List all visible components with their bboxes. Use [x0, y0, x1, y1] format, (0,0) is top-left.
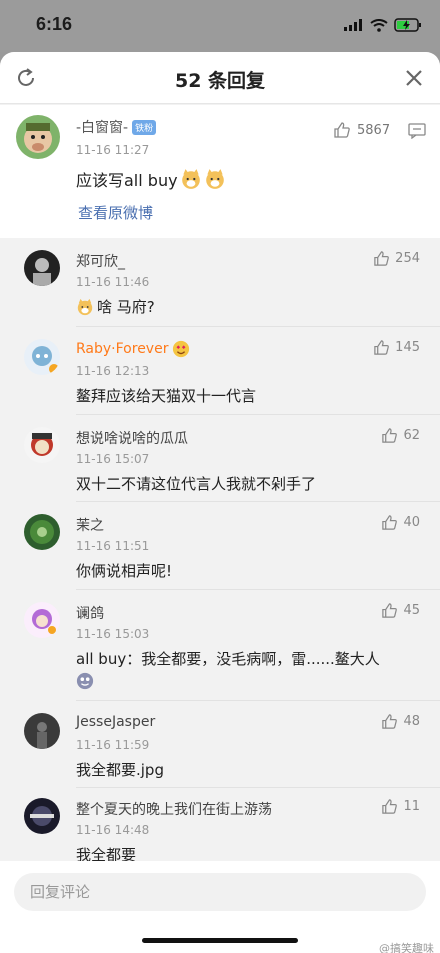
- list-item: 谰鸽 11-16 15:03 all buy：我全都要，没毛病啊，雷......…: [0, 590, 440, 701]
- reply-author[interactable]: Raby·Forever: [76, 340, 190, 358]
- status-time: 6:16: [36, 14, 73, 34]
- thumbs-up-icon: [334, 122, 350, 138]
- doge-emoji-icon: [77, 298, 93, 315]
- list-item: 整个夏天的晚上我们在街上游荡 11-16 14:48 我全都要 11: [0, 788, 440, 864]
- thumbs-up-icon: [374, 251, 390, 266]
- author-name[interactable]: -白窗窗-: [76, 117, 128, 137]
- close-icon[interactable]: [402, 66, 426, 90]
- status-bar: 6:16: [0, 0, 440, 52]
- like-button[interactable]: 62: [381, 427, 420, 444]
- thumbs-up-icon: [382, 428, 398, 443]
- avatar[interactable]: [24, 798, 60, 834]
- list-item: 茉之 11-16 11:51 你俩说相声呢! 40: [0, 502, 440, 590]
- avatar[interactable]: [24, 427, 60, 463]
- list-item: Raby·Forever 11-16 12:13 鳌拜应该给天猫双十一代言 14…: [0, 327, 440, 415]
- comment-text-body: 应该写all buy: [76, 171, 178, 190]
- reply-text: 鳌拜应该给天猫双十一代言: [76, 387, 257, 405]
- reply-time: 11-16 11:59: [76, 738, 150, 752]
- reply-text: 我全都要.jpg: [76, 761, 164, 779]
- reply-author-name[interactable]: Raby·Forever: [76, 341, 168, 357]
- reply-author[interactable]: 茉之: [76, 515, 104, 535]
- main-comment: -白窗窗- 铁粉 11-16 11:27 应该写all buy 查看原微博 58…: [0, 105, 440, 238]
- sheet-header: 52 条回复: [0, 52, 440, 104]
- like-count: 11: [403, 799, 420, 814]
- doge-emoji-icon: [181, 169, 200, 189]
- avatar[interactable]: [24, 602, 60, 638]
- watermark: @搞笑趣味: [379, 942, 434, 953]
- like-button[interactable]: 48: [381, 713, 420, 730]
- reply-text: all buy：我全都要，没毛病啊，雷......鳌大人: [76, 650, 380, 668]
- like-button[interactable]: 11: [381, 798, 420, 815]
- reply-time: 11-16 11:51: [76, 539, 150, 553]
- reply-text: 啥 马府?: [76, 296, 155, 317]
- like-count: 40: [403, 515, 420, 530]
- heart-eyes-emoji-icon: [173, 340, 190, 358]
- like-count: 5867: [357, 122, 391, 138]
- avatar[interactable]: [24, 250, 60, 286]
- like-button[interactable]: 40: [381, 514, 420, 531]
- reply-comment-input[interactable]: [14, 873, 426, 911]
- battery-charging-icon: [394, 18, 421, 32]
- avatar[interactable]: [16, 115, 60, 159]
- reply-author[interactable]: 想说啥说啥的瓜瓜: [76, 428, 188, 448]
- list-item: 郑可欣_ 11-16 11:46 啥 马府? 254: [0, 238, 440, 327]
- reply-text: 双十二不请这位代言人我就不剁手了: [76, 475, 317, 493]
- emoji-sticker-icon: [76, 672, 94, 690]
- like-button[interactable]: 254: [373, 250, 420, 267]
- avatar[interactable]: [24, 514, 60, 550]
- comment-author[interactable]: -白窗窗- 铁粉: [76, 117, 157, 137]
- view-original-weibo-link[interactable]: 查看原微博: [78, 202, 153, 223]
- list-item: 想说啥说啥的瓜瓜 11-16 15:07 双十二不请这位代言人我就不剁手了 62: [0, 415, 440, 502]
- reply-time: 11-16 12:13: [76, 364, 150, 378]
- like-count: 48: [403, 714, 420, 729]
- reply-author[interactable]: JesseJasper: [76, 714, 155, 730]
- reply-text-body: 啥 马府?: [97, 298, 155, 316]
- reply-time: 11-16 15:07: [76, 452, 150, 466]
- reply-author[interactable]: 整个夏天的晚上我们在街上游荡: [76, 799, 272, 819]
- thumbs-up-icon: [374, 340, 390, 355]
- status-icons: [344, 18, 422, 32]
- avatar[interactable]: [24, 713, 60, 749]
- signal-icon: [344, 19, 362, 31]
- thumbs-up-icon: [382, 714, 398, 729]
- reply-author[interactable]: 谰鸽: [76, 603, 104, 623]
- thumbs-up-icon: [382, 799, 398, 814]
- list-item: JesseJasper 11-16 11:59 我全都要.jpg 48: [0, 701, 440, 788]
- fan-badge: 铁粉: [132, 119, 157, 135]
- reply-text: 你俩说相声呢!: [76, 562, 173, 580]
- wifi-icon: [370, 18, 388, 32]
- reply-author[interactable]: 郑可欣_: [76, 251, 125, 271]
- doge-emoji-icon: [205, 169, 224, 189]
- like-count: 145: [395, 340, 420, 355]
- like-count: 45: [403, 603, 420, 618]
- like-count: 62: [403, 428, 420, 443]
- reply-sheet: 52 条回复 -白窗窗- 铁粉 11-16 11:27 应该写all buy 查…: [0, 52, 440, 953]
- like-button[interactable]: 45: [381, 602, 420, 619]
- comment-time: 11-16 11:27: [76, 143, 150, 157]
- reply-time: 11-16 15:03: [76, 627, 150, 641]
- reply-time: 11-16 14:48: [76, 823, 150, 837]
- reply-time: 11-16 11:46: [76, 275, 150, 289]
- avatar[interactable]: [24, 339, 60, 375]
- sheet-title: 52 条回复: [174, 70, 266, 92]
- home-indicator[interactable]: [142, 938, 298, 943]
- like-count: 254: [395, 251, 420, 266]
- replies-list: 郑可欣_ 11-16 11:46 啥 马府? 254 Raby·Forever: [0, 238, 440, 864]
- comment-icon[interactable]: [408, 123, 426, 139]
- comment-text: 应该写all buy: [76, 167, 226, 191]
- like-button[interactable]: 5867: [333, 121, 390, 139]
- reply-input-bar: @搞笑趣味: [0, 861, 440, 953]
- thumbs-up-icon: [382, 515, 398, 530]
- like-button[interactable]: 145: [373, 339, 420, 356]
- thumbs-up-icon: [382, 603, 398, 618]
